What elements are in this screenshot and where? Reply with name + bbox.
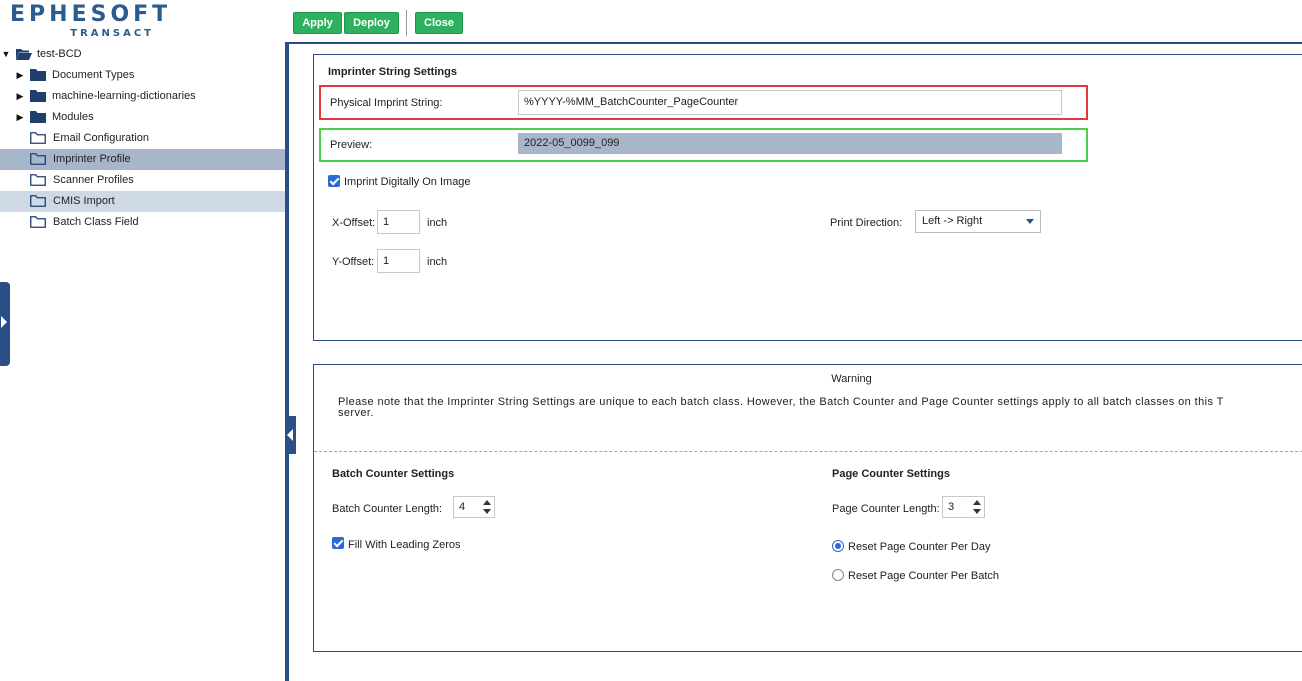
close-button[interactable]: Close	[415, 12, 463, 34]
physical-imprint-label: Physical Imprint String:	[330, 97, 443, 109]
panel-splitter[interactable]	[285, 42, 289, 681]
spinner-down-icon[interactable]	[483, 509, 491, 514]
caret-down-icon[interactable]: ▼	[1, 44, 11, 65]
reset-per-day-radio[interactable]	[832, 540, 844, 552]
caret-right-icon[interactable]: ▶	[15, 86, 25, 107]
warning-text-line1: Please note that the Imprinter String Se…	[338, 397, 1224, 408]
tree-root-label: test-BCD	[37, 48, 82, 60]
batch-class-tree: ▼ test-BCD ▶ Document Types ▶ machine-le…	[0, 44, 286, 233]
open-folder-icon	[16, 49, 32, 60]
y-offset-unit: inch	[427, 256, 448, 268]
page-counter-length-spinner[interactable]: 3	[942, 496, 985, 518]
tree-item-label: Batch Class Field	[53, 216, 139, 228]
tree-item-label: Modules	[52, 111, 94, 123]
page-counter-length-value: 3	[948, 501, 955, 513]
imprint-digitally-checkbox[interactable]	[328, 175, 340, 187]
caret-right-icon[interactable]: ▶	[15, 65, 25, 86]
folder-icon	[30, 111, 46, 123]
warning-text-line2: server.	[338, 408, 374, 419]
warning-separator	[314, 451, 1302, 452]
folder-outline-icon	[30, 153, 46, 165]
batch-counter-length-label: Batch Counter Length:	[332, 503, 443, 515]
print-direction-value: Left -> Right	[922, 215, 983, 227]
warning-title: Warning	[831, 373, 872, 385]
reset-per-batch-radio[interactable]	[832, 569, 844, 581]
spinner-up-icon[interactable]	[973, 500, 981, 505]
arrow-right-icon	[1, 316, 7, 328]
tree-item-label: Email Configuration	[53, 132, 149, 144]
print-direction-label: Print Direction:	[830, 217, 903, 229]
tree-root[interactable]: ▼ test-BCD	[0, 44, 286, 65]
tree-item-label: Document Types	[52, 69, 135, 81]
dropdown-caret-icon	[1026, 219, 1034, 224]
fill-leading-zeros-label: Fill With Leading Zeros	[348, 539, 461, 551]
toolbar-separator	[406, 10, 407, 36]
folder-icon	[30, 90, 46, 102]
reset-per-batch-label: Reset Page Counter Per Batch	[848, 570, 1000, 582]
logo-sub: TRANSACT	[70, 28, 154, 39]
spinner-down-icon[interactable]	[973, 509, 981, 514]
batch-counter-section-title: Batch Counter Settings	[332, 468, 455, 480]
x-offset-input[interactable]: 1	[377, 210, 420, 234]
apply-button[interactable]: Apply	[293, 12, 342, 34]
caret-right-icon[interactable]: ▶	[15, 107, 25, 128]
expand-side-panel-handle[interactable]	[0, 282, 10, 366]
imprinter-settings-panel: Imprinter String Settings Physical Impri…	[313, 54, 1302, 341]
spinner-up-icon[interactable]	[483, 500, 491, 505]
tree-item-batch-class-field[interactable]: Batch Class Field	[0, 212, 286, 233]
tree-item-label: CMIS Import	[53, 195, 115, 207]
folder-icon	[30, 69, 46, 81]
deploy-button[interactable]: Deploy	[344, 12, 399, 34]
page-counter-length-label: Page Counter Length:	[832, 503, 940, 515]
tree-item-ml-dictionaries[interactable]: ▶ machine-learning-dictionaries	[0, 86, 286, 107]
imprint-digitally-label: Imprint Digitally On Image	[344, 176, 471, 188]
folder-outline-icon	[30, 216, 46, 228]
tree-item-label: Scanner Profiles	[53, 174, 134, 186]
tree-item-email-configuration[interactable]: Email Configuration	[0, 128, 286, 149]
fill-leading-zeros-checkbox[interactable]	[332, 537, 344, 549]
y-offset-input[interactable]: 1	[377, 249, 420, 273]
reset-per-day-label: Reset Page Counter Per Day	[848, 541, 991, 553]
folder-outline-icon	[30, 132, 46, 144]
imprinter-section-title: Imprinter String Settings	[328, 66, 457, 78]
tree-item-cmis-import[interactable]: CMIS Import	[0, 191, 286, 212]
page-counter-section-title: Page Counter Settings	[832, 468, 950, 480]
arrow-left-icon	[287, 429, 293, 441]
tree-item-modules[interactable]: ▶ Modules	[0, 107, 286, 128]
tree-item-imprinter-profile[interactable]: Imprinter Profile	[0, 149, 286, 170]
folder-outline-icon	[30, 174, 46, 186]
folder-outline-icon	[30, 195, 46, 207]
print-direction-select[interactable]: Left -> Right	[915, 210, 1041, 233]
top-divider	[289, 42, 1302, 44]
y-offset-label: Y-Offset:	[332, 256, 375, 268]
tree-item-scanner-profiles[interactable]: Scanner Profiles	[0, 170, 286, 191]
tree-item-document-types[interactable]: ▶ Document Types	[0, 65, 286, 86]
physical-imprint-input[interactable]: %YYYY-%MM_BatchCounter_PageCounter	[518, 90, 1062, 115]
preview-value: 2022-05_0099_099	[518, 133, 1062, 154]
preview-label: Preview:	[330, 139, 373, 151]
counter-settings-panel: Warning Please note that the Imprinter S…	[313, 364, 1302, 652]
x-offset-label: X-Offset:	[332, 217, 376, 229]
batch-counter-length-spinner[interactable]: 4	[453, 496, 495, 518]
batch-counter-length-value: 4	[459, 501, 466, 513]
logo-word: EPHESOFT	[10, 2, 172, 27]
collapse-tree-button[interactable]	[285, 416, 296, 454]
x-offset-unit: inch	[427, 217, 448, 229]
tree-item-label: Imprinter Profile	[53, 153, 131, 165]
ephesoft-logo: EPHESOFT TRANSACT	[10, 2, 172, 40]
tree-item-label: machine-learning-dictionaries	[52, 90, 196, 102]
